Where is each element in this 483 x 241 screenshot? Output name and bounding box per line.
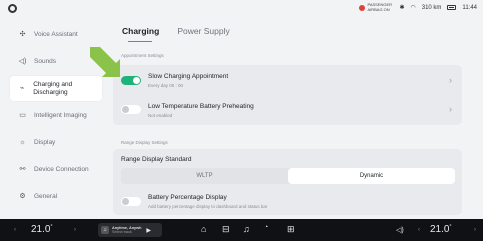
range-option-dynamic[interactable]: Dynamic — [288, 168, 455, 184]
slow-charging-row[interactable]: Slow Charging Appointment Every day 00 :… — [113, 65, 462, 95]
music-note-icon: ♫ — [101, 226, 109, 234]
bluetooth-icon: ✱ — [399, 5, 405, 11]
section-label-range-display: Range Display Settings — [121, 140, 168, 145]
status-bar: PASSENGER AIRBAG ON ✱ ◠ 310 km 11:44 — [0, 0, 483, 18]
tab-charging[interactable]: Charging — [122, 26, 159, 42]
music-icon[interactable]: ♫ — [243, 224, 250, 234]
car-icon[interactable]: ⊟ — [222, 224, 230, 235]
battery-icon — [447, 5, 457, 10]
camera-360-icon[interactable]: ◔ — [264, 224, 268, 231]
sidebar-item-label: General — [34, 192, 58, 200]
slow-charging-title: Slow Charging Appointment — [148, 73, 229, 80]
battery-preheat-subtitle: Not enabled — [148, 113, 173, 118]
sidebar-item-general[interactable]: ⚙ General — [10, 184, 102, 209]
left-temperature[interactable]: 21.0° — [31, 224, 52, 235]
tab-bar: Charging Power Supply — [122, 26, 230, 42]
temp-right-increase-icon[interactable]: › — [474, 227, 476, 233]
play-icon[interactable]: ▶ — [146, 227, 151, 234]
sidebar-item-label: Sounds — [34, 57, 57, 65]
speaker-icon: ◁) — [18, 57, 27, 65]
apps-grid-icon[interactable]: ⊞ — [287, 224, 295, 235]
temp-left-increase-icon[interactable]: › — [74, 227, 76, 233]
charging-plug-icon: ⌁ — [20, 84, 25, 92]
charging-settings-panel: Appointment Settings Slow Charging Appoi… — [113, 45, 462, 215]
battery-preheat-row[interactable]: Low Temperature Battery Preheating Not e… — [113, 95, 462, 125]
sidebar-item-label: Charging and Discharging — [33, 81, 73, 96]
gear-icon: ⚙ — [19, 192, 26, 200]
sidebar-item-label: Device Connection — [34, 165, 89, 173]
sidebar-item-label: Voice Assistant — [34, 30, 78, 38]
sidebar-item-voice-assistant[interactable]: ✣ Voice Assistant — [10, 22, 102, 47]
wifi-icon: ◠ — [410, 5, 416, 11]
sidebar-item-imaging[interactable]: ▭ Intelligent Imaging — [10, 103, 102, 128]
range-readout: 310 km — [421, 4, 442, 11]
range-display-card: Range Display Standard WLTP Dynamic Batt… — [113, 149, 462, 215]
clock: 11:44 — [462, 4, 477, 11]
sidebar-item-label: Display — [34, 138, 56, 146]
battery-preheat-title: Low Temperature Battery Preheating — [148, 103, 254, 110]
music-widget[interactable]: ♫ Anytime, Anywh Select track ▶ — [98, 223, 162, 237]
battery-preheat-toggle[interactable] — [121, 105, 141, 114]
voice-icon: ✣ — [19, 30, 26, 38]
degree-sign: ° — [50, 224, 53, 230]
sun-icon: ☼ — [19, 138, 26, 146]
brand-logo-icon — [8, 4, 17, 13]
right-temperature[interactable]: 21.0° — [430, 224, 451, 235]
music-subtitle: Select track — [112, 230, 132, 234]
airbag-icon — [359, 4, 366, 11]
battery-percentage-subtitle: Add battery percentage display to dashbo… — [148, 204, 268, 209]
sidebar-item-label: Intelligent Imaging — [34, 111, 87, 119]
bottom-dock: ‹ 21.0° › ♫ Anytime, Anywh Select track … — [0, 219, 483, 241]
chevron-right-icon: › — [449, 104, 452, 114]
degree-sign: ° — [449, 224, 452, 230]
section-label-appointment: Appointment Settings — [121, 53, 164, 58]
sidebar-item-display[interactable]: ☼ Display — [10, 130, 102, 155]
chevron-right-icon: › — [449, 75, 452, 85]
battery-percentage-toggle[interactable] — [121, 197, 141, 206]
tab-power-supply[interactable]: Power Supply — [177, 26, 229, 40]
left-temp-value: 21.0 — [31, 224, 51, 235]
range-standard-title: Range Display Standard — [121, 156, 192, 163]
volume-icon[interactable]: ◁) — [396, 226, 404, 234]
slow-charging-subtitle: Every day 00 : 00 — [148, 83, 184, 88]
link-icon: ⚯ — [19, 165, 26, 173]
music-title: Anytime, Anywh — [112, 225, 142, 230]
sidebar-item-device-connection[interactable]: ⚯ Device Connection — [10, 157, 102, 182]
range-standard-segmented-control: WLTP Dynamic — [121, 168, 455, 184]
appointment-card: Slow Charging Appointment Every day 00 :… — [113, 65, 462, 125]
right-temp-value: 21.0 — [430, 224, 450, 235]
temp-left-decrease-icon[interactable]: ‹ — [14, 227, 16, 233]
camera-icon: ▭ — [19, 111, 26, 119]
pointer-arrow-icon — [90, 47, 120, 77]
battery-percentage-title: Battery Percentage Display — [148, 194, 227, 201]
temp-right-decrease-icon[interactable]: ‹ — [418, 227, 420, 233]
range-option-wltp[interactable]: WLTP — [121, 168, 288, 184]
airbag-status: PASSENGER AIRBAG ON — [359, 2, 393, 12]
home-icon[interactable]: ⌂ — [201, 224, 206, 234]
airbag-label: PASSENGER AIRBAG ON — [367, 2, 393, 12]
